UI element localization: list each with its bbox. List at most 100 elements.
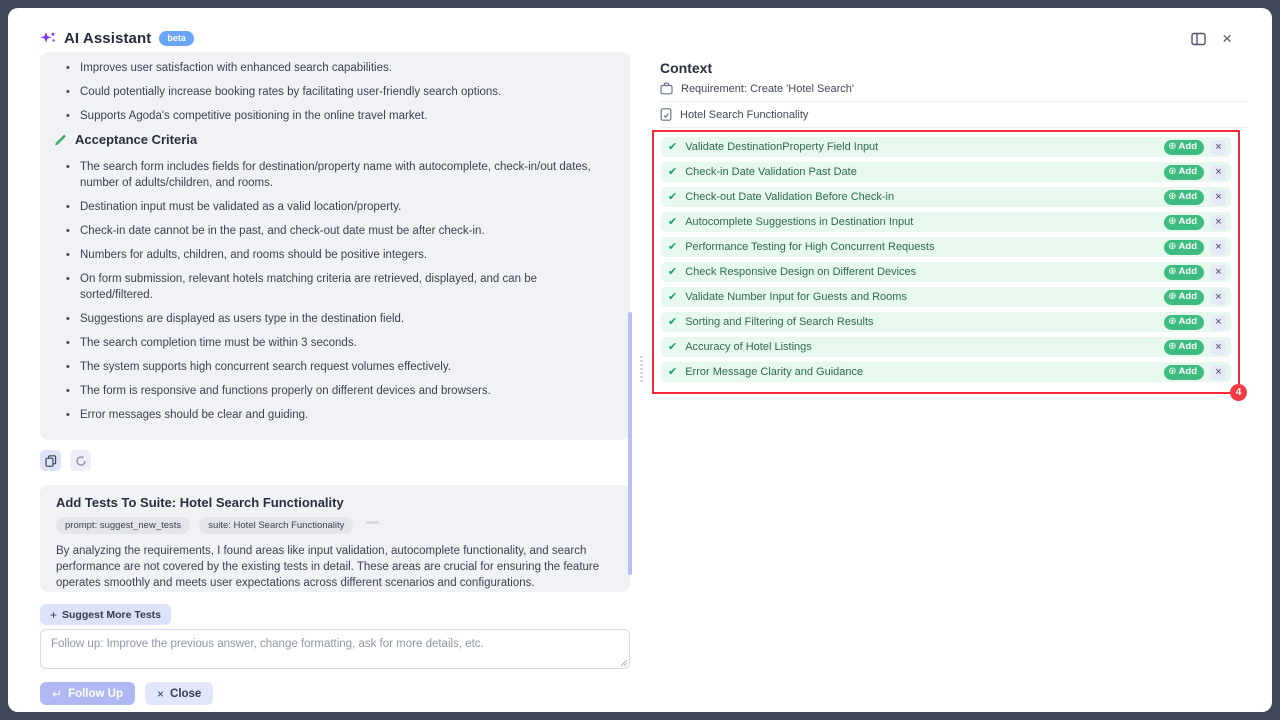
close-icon: × — [1215, 192, 1221, 203]
suggest-more-tests-button[interactable]: + Suggest More Tests — [40, 604, 171, 625]
close-icon: × — [1215, 292, 1221, 303]
acceptance-criteria-heading: Acceptance Criteria — [54, 132, 616, 147]
add-button-label: Add — [1179, 192, 1197, 202]
close-panel-button[interactable]: × — [1222, 32, 1232, 46]
panel-resize-handle[interactable] — [639, 356, 643, 382]
suggested-test-label: Autocomplete Suggestions in Destination … — [685, 216, 1164, 228]
add-button-label: Add — [1179, 167, 1197, 177]
sparkle-icon — [40, 31, 56, 47]
follow-up-input[interactable] — [40, 629, 630, 669]
plus-circle-icon: ⊕ — [1168, 217, 1176, 227]
suggested-test-label: Accuracy of Hotel Listings — [685, 341, 1164, 353]
add-test-button[interactable]: ⊕ Add — [1164, 365, 1204, 380]
suggested-test-row: ✔ Check-in Date Validation Past Date ⊕ A… — [661, 162, 1231, 182]
panel-layout-toggle-button[interactable] — [1191, 32, 1206, 46]
dismiss-test-button[interactable]: × — [1211, 365, 1226, 380]
acceptance-bullet: On form submission, relevant hotels matc… — [64, 271, 604, 303]
dismiss-test-button[interactable]: × — [1211, 240, 1226, 255]
suggested-test-label: Sorting and Filtering of Search Results — [685, 316, 1164, 328]
check-icon: ✔ — [668, 142, 677, 153]
follow-up-actions: ↵ Follow Up × Close — [40, 682, 213, 705]
add-test-button[interactable]: ⊕ Add — [1164, 290, 1204, 305]
suggested-test-label: Performance Testing for High Concurrent … — [685, 241, 1164, 253]
panel-title: AI Assistant — [64, 30, 151, 47]
intro-bullet: Could potentially increase booking rates… — [64, 84, 604, 100]
dismiss-test-button[interactable]: × — [1211, 165, 1226, 180]
check-icon: ✔ — [668, 317, 677, 328]
context-suite-row[interactable]: Hotel Search Functionality — [660, 102, 1248, 128]
dismiss-test-button[interactable]: × — [1211, 315, 1226, 330]
suggested-test-label: Error Message Clarity and Guidance — [685, 366, 1164, 378]
context-title: Context — [660, 60, 1248, 76]
context-requirement-row[interactable]: Requirement: Create 'Hotel Search' — [660, 76, 1248, 102]
close-icon: × — [1215, 317, 1221, 328]
add-button-label: Add — [1179, 367, 1197, 377]
plus-circle-icon: ⊕ — [1168, 342, 1176, 352]
panel-header: AI Assistant beta — [40, 30, 194, 47]
suggested-test-label: Check-out Date Validation Before Check-i… — [685, 191, 1164, 203]
add-test-button[interactable]: ⊕ Add — [1164, 265, 1204, 280]
suggested-test-row: ✔ Sorting and Filtering of Search Result… — [661, 312, 1231, 332]
regenerate-button[interactable] — [70, 450, 91, 471]
close-button-label: Close — [170, 688, 201, 700]
add-test-button[interactable]: ⊕ Add — [1164, 315, 1204, 330]
dismiss-test-button[interactable]: × — [1211, 190, 1226, 205]
file-check-icon — [660, 108, 672, 121]
acceptance-bullet: The search completion time must be withi… — [64, 335, 604, 351]
assistant-message-card: Improves user satisfaction with enhanced… — [40, 52, 630, 440]
close-icon: × — [1215, 142, 1221, 153]
suggested-test-row: ✔ Check Responsive Design on Different D… — [661, 262, 1231, 282]
add-button-label: Add — [1179, 142, 1197, 152]
acceptance-bullet: The search form includes fields for dest… — [64, 159, 604, 191]
suggest-more-tests-label: Suggest More Tests — [62, 609, 161, 621]
suite-card-tags: prompt: suggest_new_tests suite: Hotel S… — [56, 517, 614, 534]
suggested-test-label: Check Responsive Design on Different Dev… — [685, 266, 1164, 278]
suggested-test-row: ✔ Validate Number Input for Guests and R… — [661, 287, 1231, 307]
add-test-button[interactable]: ⊕ Add — [1164, 190, 1204, 205]
tags-overflow-dash — [366, 521, 379, 524]
suggested-test-label: Check-in Date Validation Past Date — [685, 166, 1164, 178]
add-test-button[interactable]: ⊕ Add — [1164, 340, 1204, 355]
check-icon: ✔ — [668, 342, 677, 353]
add-test-button[interactable]: ⊕ Add — [1164, 240, 1204, 255]
add-button-label: Add — [1179, 267, 1197, 277]
acceptance-bullet: The system supports high concurrent sear… — [64, 359, 604, 375]
clipboard-icon — [660, 82, 673, 95]
add-button-label: Add — [1179, 317, 1197, 327]
suggested-test-label: Validate Number Input for Guests and Roo… — [685, 291, 1164, 303]
add-test-button[interactable]: ⊕ Add — [1164, 215, 1204, 230]
close-button[interactable]: × Close — [145, 682, 213, 705]
close-icon: × — [1215, 217, 1221, 228]
plus-circle-icon: ⊕ — [1168, 292, 1176, 302]
intro-bullet: Improves user satisfaction with enhanced… — [64, 60, 604, 76]
plus-circle-icon: ⊕ — [1168, 242, 1176, 252]
suggested-test-row: ✔ Error Message Clarity and Guidance ⊕ A… — [661, 362, 1231, 382]
dismiss-test-button[interactable]: × — [1211, 215, 1226, 230]
dismiss-test-button[interactable]: × — [1211, 340, 1226, 355]
check-icon: ✔ — [668, 292, 677, 303]
ai-assistant-panel: AI Assistant beta × Improves user satisf… — [8, 8, 1272, 712]
dismiss-test-button[interactable]: × — [1211, 290, 1226, 305]
chat-scrollbar-thumb[interactable] — [628, 312, 632, 575]
copy-button[interactable] — [40, 450, 61, 471]
close-icon: × — [1215, 342, 1221, 353]
add-button-label: Add — [1179, 292, 1197, 302]
dismiss-test-button[interactable]: × — [1211, 140, 1226, 155]
plus-circle-icon: ⊕ — [1168, 142, 1176, 152]
dismiss-test-button[interactable]: × — [1211, 265, 1226, 280]
beta-badge: beta — [159, 31, 194, 46]
pencil-icon — [54, 133, 67, 146]
annotation-step-badge: 4 — [1230, 384, 1247, 401]
follow-up-button-label: Follow Up — [68, 688, 123, 700]
check-icon: ✔ — [668, 267, 677, 278]
annotation-rectangle: ✔ Validate DestinationProperty Field Inp… — [652, 130, 1240, 394]
add-test-button[interactable]: ⊕ Add — [1164, 140, 1204, 155]
tag-pill: prompt: suggest_new_tests — [56, 517, 190, 534]
follow-up-button[interactable]: ↵ Follow Up — [40, 682, 135, 705]
acceptance-criteria-title: Acceptance Criteria — [75, 132, 197, 147]
plus-circle-icon: ⊕ — [1168, 367, 1176, 377]
add-test-button[interactable]: ⊕ Add — [1164, 165, 1204, 180]
context-suite-label: Hotel Search Functionality — [680, 109, 808, 121]
panel-layout-icon — [1191, 32, 1206, 46]
suite-card-title: Add Tests To Suite: Hotel Search Functio… — [56, 495, 614, 510]
